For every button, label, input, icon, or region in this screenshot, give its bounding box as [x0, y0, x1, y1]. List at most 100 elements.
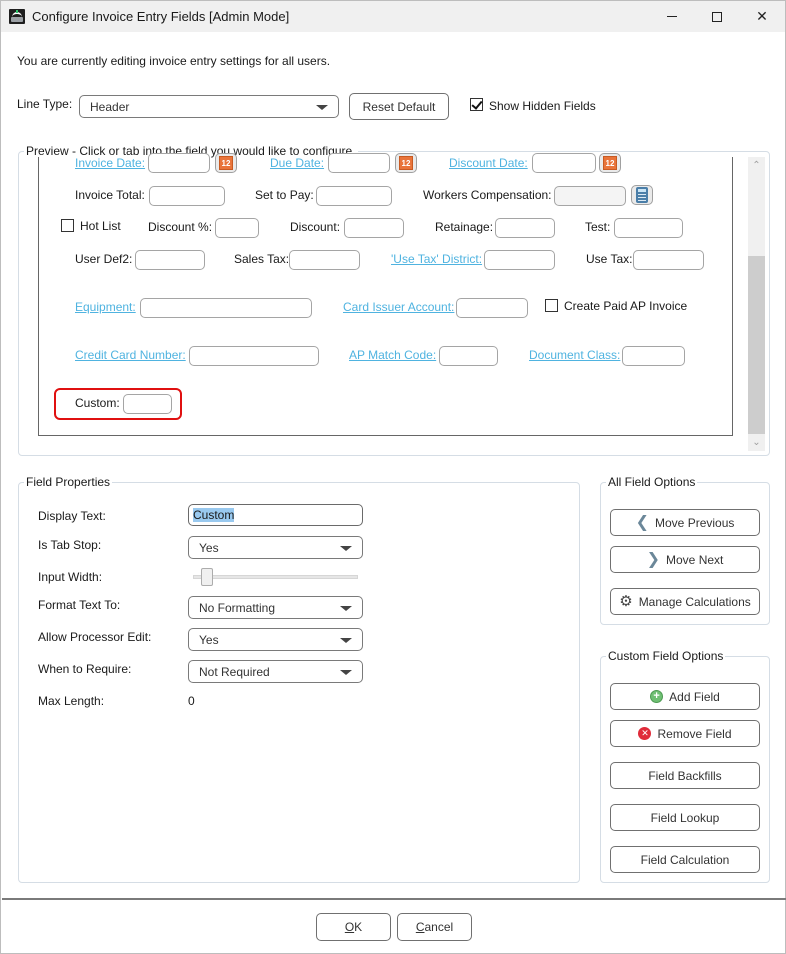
discount-pct-field[interactable]	[215, 218, 259, 238]
all-field-options-title: All Field Options	[606, 475, 698, 489]
use-tax-label: Use Tax:	[586, 252, 633, 266]
chevron-down-icon	[340, 638, 352, 643]
reset-default-button[interactable]: Reset Default	[349, 93, 449, 120]
create-paid-ap-invoice-checkbox[interactable]	[545, 299, 558, 312]
chevron-down-icon	[316, 105, 328, 110]
due-date-calendar-button[interactable]: 12	[395, 153, 417, 173]
gear-icon: ⚙	[619, 593, 633, 610]
scroll-up-icon[interactable]: ⌃	[748, 157, 765, 174]
hot-list-checkbox[interactable]	[61, 219, 74, 232]
field-calculation-button[interactable]: Field Calculation	[610, 846, 760, 873]
discount-date-field[interactable]	[532, 153, 596, 173]
credit-card-number-field[interactable]	[189, 346, 319, 366]
user-def2-field[interactable]	[135, 250, 205, 270]
display-text-input[interactable]: Custom	[188, 504, 363, 526]
user-def2-label: User Def2:	[75, 252, 133, 266]
invoice-date-link[interactable]: Invoice Date:	[75, 156, 145, 170]
calendar-icon: 12	[399, 156, 413, 170]
discount-pct-label: Discount %:	[148, 220, 213, 234]
workers-compensation-calculator-button[interactable]	[631, 185, 653, 205]
add-field-button[interactable]: + Add Field	[610, 683, 760, 710]
field-backfills-button[interactable]: Field Backfills	[610, 762, 760, 789]
format-text-to-select[interactable]: No Formatting	[188, 596, 363, 619]
invoice-date-field[interactable]	[148, 153, 210, 173]
field-backfills-label: Field Backfills	[648, 768, 722, 783]
use-tax-district-link[interactable]: 'Use Tax' District:	[391, 252, 482, 266]
chevron-down-icon	[340, 670, 352, 675]
credit-card-number-link[interactable]: Credit Card Number:	[75, 348, 186, 362]
document-class-field[interactable]	[622, 346, 685, 366]
card-issuer-account-field[interactable]	[456, 298, 528, 318]
due-date-field[interactable]	[328, 153, 390, 173]
discount-field[interactable]	[344, 218, 404, 238]
scroll-down-icon[interactable]: ⌄	[748, 434, 765, 451]
minimize-button[interactable]	[649, 1, 695, 32]
manage-calculations-button[interactable]: ⚙ Manage Calculations	[610, 588, 760, 615]
scroll-thumb[interactable]	[748, 256, 765, 434]
field-lookup-label: Field Lookup	[650, 810, 720, 825]
ok-button[interactable]: OK	[316, 913, 391, 941]
workers-compensation-field	[554, 186, 626, 206]
set-to-pay-field[interactable]	[316, 186, 392, 206]
use-tax-field[interactable]	[633, 250, 704, 270]
card-issuer-account-link[interactable]: Card Issuer Account:	[343, 300, 454, 314]
format-text-to-value: No Formatting	[199, 601, 276, 615]
cancel-accelerator: C	[415, 920, 425, 934]
chevron-left-icon: ❮	[635, 513, 650, 531]
test-field[interactable]	[614, 218, 683, 238]
test-label: Test:	[585, 220, 611, 234]
invoice-total-field[interactable]	[149, 186, 225, 206]
create-paid-ap-invoice-label: Create Paid AP Invoice	[564, 299, 688, 313]
move-previous-button[interactable]: ❮ Move Previous	[610, 509, 760, 536]
sales-tax-field[interactable]	[289, 250, 360, 270]
move-next-button[interactable]: ❯ Move Next	[610, 546, 760, 573]
line-type-select[interactable]: Header	[79, 95, 339, 118]
info-text: You are currently editing invoice entry …	[17, 54, 331, 68]
input-width-slider-track[interactable]	[193, 575, 358, 579]
ap-match-code-field[interactable]	[439, 346, 498, 366]
equipment-link[interactable]: Equipment:	[75, 300, 136, 314]
due-date-link[interactable]: Due Date:	[270, 156, 324, 170]
configure-invoice-dialog: Configure Invoice Entry Fields [Admin Mo…	[0, 0, 786, 954]
window-title: Configure Invoice Entry Fields [Admin Mo…	[32, 9, 290, 24]
display-text-value: Custom	[193, 508, 235, 522]
add-field-label: Add Field	[669, 689, 720, 704]
manage-calculations-label: Manage Calculations	[638, 594, 751, 609]
chevron-right-icon: ❯	[646, 550, 661, 568]
calendar-icon: 12	[219, 156, 233, 170]
retainage-field[interactable]	[495, 218, 555, 238]
allow-processor-edit-select[interactable]: Yes	[188, 628, 363, 651]
remove-circle-icon: ✕	[638, 727, 652, 740]
cancel-button[interactable]: Cancel	[397, 913, 472, 941]
preview-scrollbar[interactable]: ⌃ ⌄	[748, 157, 765, 451]
equipment-field[interactable]	[140, 298, 312, 318]
field-lookup-button[interactable]: Field Lookup	[610, 804, 760, 831]
chevron-down-icon	[340, 546, 352, 551]
discount-date-calendar-button[interactable]: 12	[599, 153, 621, 173]
app-icon	[9, 9, 25, 24]
add-circle-icon: +	[650, 690, 664, 703]
is-tab-stop-label: Is Tab Stop:	[38, 538, 102, 552]
close-button[interactable]: ✕	[739, 1, 785, 32]
reset-default-label: Reset Default	[362, 99, 436, 114]
chevron-down-icon	[340, 606, 352, 611]
use-tax-district-field[interactable]	[484, 250, 555, 270]
move-next-label: Move Next	[666, 552, 724, 567]
discount-date-link[interactable]: Discount Date:	[449, 156, 528, 170]
is-tab-stop-select[interactable]: Yes	[188, 536, 363, 559]
input-width-slider-thumb[interactable]	[200, 568, 213, 586]
invoice-total-label: Invoice Total:	[75, 188, 145, 202]
maximize-button[interactable]	[694, 1, 740, 32]
show-hidden-fields-checkbox[interactable]	[470, 98, 483, 111]
show-hidden-fields-label: Show Hidden Fields	[489, 99, 596, 113]
remove-field-button[interactable]: ✕ Remove Field	[610, 720, 760, 747]
when-to-require-select[interactable]: Not Required	[188, 660, 363, 683]
document-class-link[interactable]: Document Class:	[529, 348, 620, 362]
workers-compensation-label: Workers Compensation:	[423, 188, 552, 202]
invoice-date-calendar-button[interactable]: 12	[215, 153, 237, 173]
field-calculation-label: Field Calculation	[640, 852, 730, 867]
move-previous-label: Move Previous	[655, 515, 735, 530]
cancel-label-rest: ancel	[424, 920, 454, 934]
ap-match-code-link[interactable]: AP Match Code:	[349, 348, 436, 362]
custom-field[interactable]	[123, 394, 172, 414]
